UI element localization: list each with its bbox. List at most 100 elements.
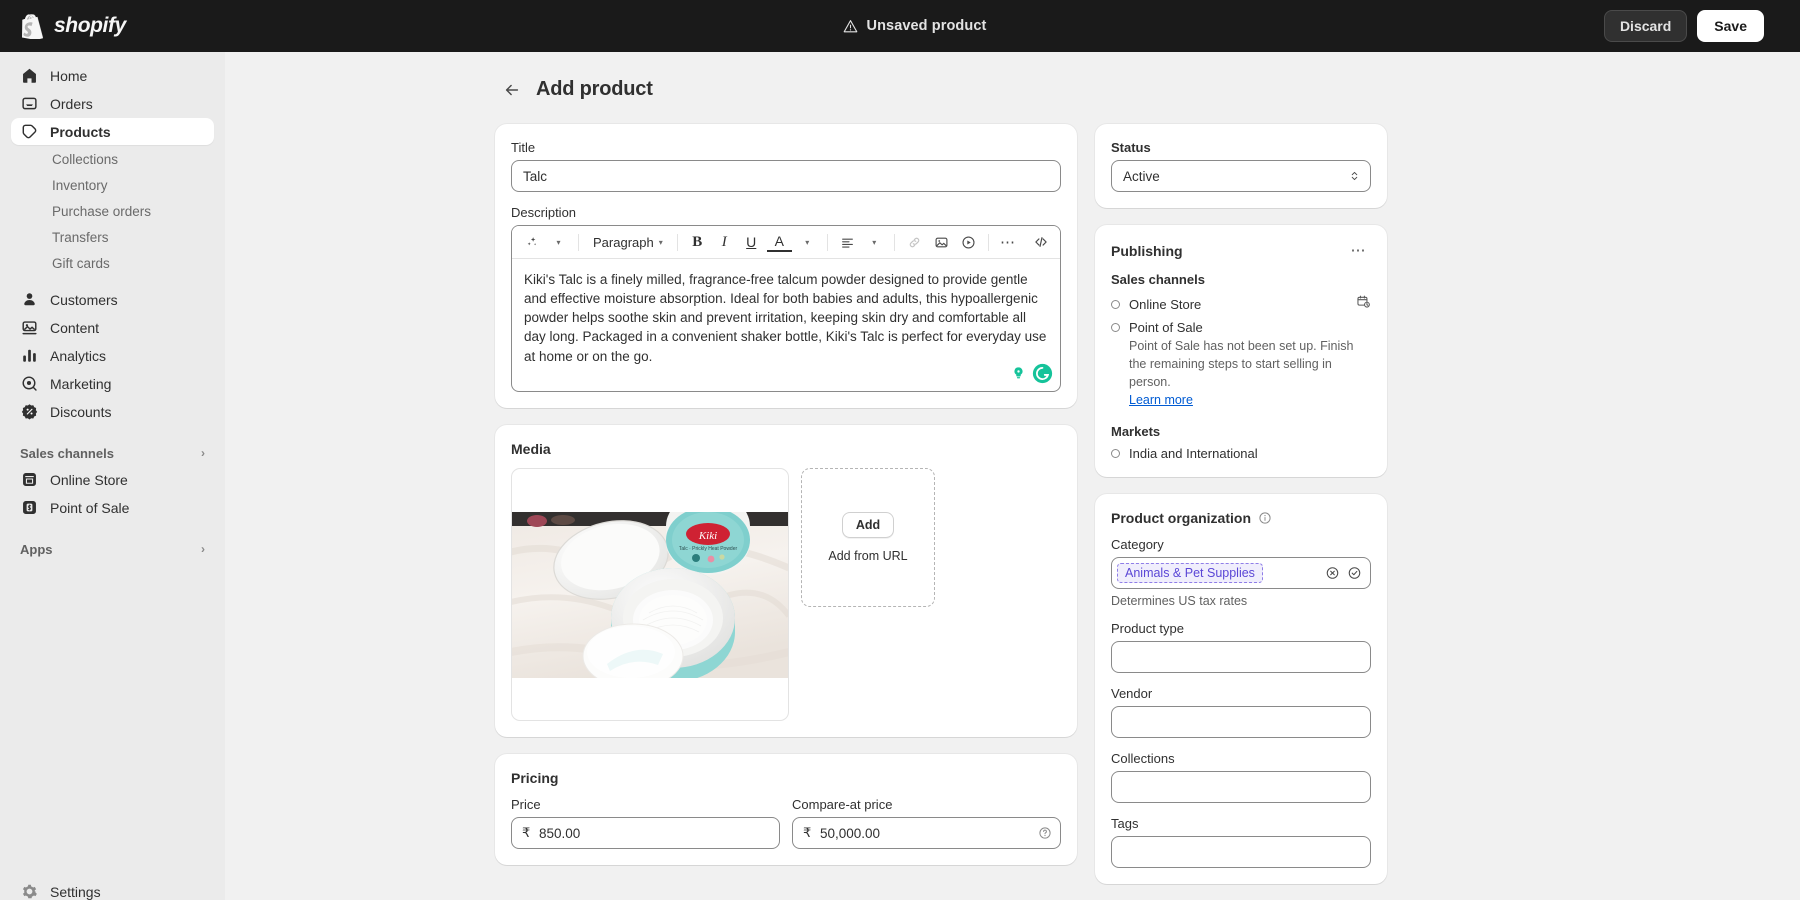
vendor-input[interactable] [1111, 706, 1371, 738]
sidebar-item-inventory[interactable]: Inventory [11, 172, 214, 198]
description-body[interactable]: Kiki's Talc is a finely milled, fragranc… [512, 259, 1060, 391]
body-wrapper: Home Orders Products Collections Invento… [0, 52, 1800, 900]
sidebar-section-sales-channels[interactable]: Sales channels › [11, 440, 214, 466]
text-color-button[interactable]: A [767, 232, 792, 252]
sidebar-item-online-store[interactable]: Online Store [11, 466, 214, 493]
channel-row-online-store[interactable]: Online Store [1111, 294, 1371, 314]
channel-radio-icon[interactable] [1111, 323, 1120, 332]
confirm-circle-check-icon[interactable] [1347, 566, 1362, 581]
sidebar-item-orders[interactable]: Orders [11, 90, 214, 117]
sidebar-item-customers[interactable]: Customers [11, 286, 214, 313]
media-thumbnail[interactable]: Kiki Talc · Prickly Heat Powder [511, 468, 789, 721]
sidebar-item-collections[interactable]: Collections [11, 146, 214, 172]
svg-text:Talc · Prickly Heat Powder: Talc · Prickly Heat Powder [679, 546, 738, 552]
product-type-input[interactable] [1111, 641, 1371, 673]
shopify-brand[interactable]: shopify [0, 14, 225, 39]
media-add-dropzone[interactable]: Add Add from URL [801, 468, 935, 607]
product-type-field: Product type [1111, 621, 1371, 673]
channel-radio-icon[interactable] [1111, 300, 1120, 309]
description-text: Kiki's Talc is a finely milled, fragranc… [524, 270, 1048, 366]
align-dropdown-caret[interactable]: ▾ [862, 230, 887, 255]
bold-button[interactable]: B [685, 230, 710, 255]
more-horizontal-icon[interactable]: ⋯ [996, 230, 1021, 255]
collections-input[interactable] [1111, 771, 1371, 803]
publishing-header: Publishing ⋯ [1111, 241, 1371, 260]
tags-input[interactable] [1111, 836, 1371, 868]
clear-circle-x-icon[interactable] [1325, 566, 1340, 581]
italic-button[interactable]: I [712, 230, 737, 255]
title-input[interactable] [511, 160, 1061, 192]
tags-label: Tags [1111, 816, 1371, 831]
title-description-card: Title Description ▾ [495, 124, 1077, 408]
media-card: Media [495, 425, 1077, 737]
code-brackets-icon[interactable] [1028, 230, 1053, 255]
sidebar-item-discounts[interactable]: Discounts [11, 398, 214, 425]
sidebar-item-transfers[interactable]: Transfers [11, 224, 214, 250]
add-from-url-link[interactable]: Add from URL [828, 549, 907, 563]
sidebar-nav: Home Orders Products Collections Invento… [0, 52, 225, 900]
organization-header: Product organization [1111, 510, 1371, 526]
media-title: Media [511, 441, 1061, 457]
grammarly-widget[interactable] [1008, 363, 1053, 384]
block-format-label: Paragraph [593, 235, 654, 250]
grammarly-bulb-icon[interactable] [1008, 363, 1029, 384]
compare-at-price-input[interactable] [792, 817, 1061, 849]
calendar-clock-icon[interactable] [1356, 294, 1371, 314]
block-format-select[interactable]: Paragraph ▾ [586, 230, 670, 255]
sidebar-item-marketing[interactable]: Marketing [11, 370, 214, 397]
category-input[interactable]: Animals & Pet Supplies [1111, 557, 1371, 589]
channel-row-point-of-sale[interactable]: Point of Sale [1111, 320, 1371, 335]
channel-left: India and International [1111, 446, 1258, 461]
more-horizontal-icon[interactable]: ⋯ [1347, 241, 1372, 260]
sparkle-ai-icon[interactable] [519, 230, 544, 255]
market-label: India and International [1129, 446, 1258, 461]
storefront-icon [20, 470, 39, 489]
gear-icon [20, 882, 39, 900]
sidebar-item-purchase-orders[interactable]: Purchase orders [11, 198, 214, 224]
two-column-layout: Title Description ▾ [495, 124, 1530, 884]
text-color-caret[interactable]: ▾ [795, 230, 820, 255]
brand-wordmark: shopify [54, 14, 126, 38]
status-select[interactable]: Active [1111, 160, 1371, 192]
link-icon[interactable] [902, 230, 927, 255]
discount-badge-icon [20, 402, 39, 421]
insert-image-icon[interactable] [929, 230, 954, 255]
discard-button[interactable]: Discard [1604, 10, 1687, 42]
category-token[interactable]: Animals & Pet Supplies [1117, 563, 1263, 583]
sidebar-item-settings[interactable]: Settings [11, 878, 214, 900]
product-type-label: Product type [1111, 621, 1371, 636]
underline-button[interactable]: U [739, 230, 764, 255]
sidebar-item-analytics[interactable]: Analytics [11, 342, 214, 369]
sidebar-label: Settings [50, 884, 101, 900]
pricing-card: Pricing Price ₹ [495, 754, 1077, 865]
question-circle-icon[interactable] [1038, 826, 1052, 840]
sidebar-item-home[interactable]: Home [11, 62, 214, 89]
pos-register-icon [20, 498, 39, 517]
status-value: Active [1123, 169, 1160, 184]
home-icon [20, 66, 39, 85]
editor-toolbar: ▾ Paragraph ▾ B I [512, 226, 1060, 259]
arrow-left-icon[interactable] [503, 81, 521, 99]
sidebar-item-products[interactable]: Products [11, 118, 214, 145]
status-card: Status Active [1095, 124, 1387, 208]
price-input[interactable] [511, 817, 780, 849]
info-circle-icon[interactable] [1258, 511, 1272, 525]
section-label: Sales channels [20, 446, 114, 461]
add-media-button[interactable]: Add [842, 512, 894, 538]
grammarly-g-icon[interactable] [1032, 363, 1053, 384]
sidebar-item-gift-cards[interactable]: Gift cards [11, 250, 214, 276]
insert-video-icon[interactable] [956, 230, 981, 255]
compare-input-wrapper: ₹ [792, 817, 1061, 849]
sidebar-section-apps[interactable]: Apps › [11, 536, 214, 562]
market-row-india-international[interactable]: India and International [1111, 446, 1371, 461]
save-button[interactable]: Save [1697, 10, 1764, 42]
sidebar-item-point-of-sale[interactable]: Point of Sale [11, 494, 214, 521]
align-left-icon[interactable] [835, 230, 860, 255]
market-radio-icon[interactable] [1111, 449, 1120, 458]
vendor-field: Vendor [1111, 686, 1371, 738]
sidebar-item-content[interactable]: Content [11, 314, 214, 341]
sparkle-dropdown-caret[interactable]: ▾ [546, 230, 571, 255]
learn-more-link[interactable]: Learn more [1129, 393, 1193, 407]
page-title: Add product [536, 78, 653, 101]
toolbar-divider [827, 234, 828, 251]
